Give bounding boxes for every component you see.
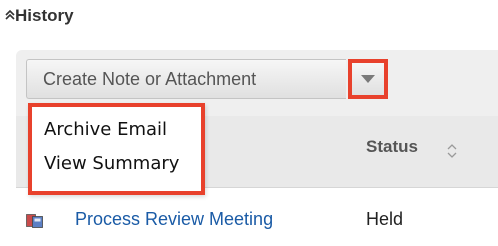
menu-item-archive-email[interactable]: Archive Email [44,119,167,140]
history-panel-header[interactable]: History [0,0,498,34]
create-note-label: Create Note or Attachment [43,68,257,89]
meeting-status: Held [366,209,404,229]
actions-dropdown-button[interactable] [348,59,388,99]
caret-down-icon [361,75,375,83]
sort-arrows-icon[interactable] [446,142,458,160]
create-note-button[interactable]: Create Note or Attachment [26,59,346,99]
history-toolbar: Create Note or Attachment [26,59,388,101]
column-header-status[interactable]: Status [366,137,418,157]
panel-title: History [15,6,74,25]
meeting-icon [26,213,46,229]
actions-dropdown-menu: Archive Email View Summary [28,103,205,195]
menu-item-view-summary[interactable]: View Summary [44,153,179,174]
meeting-subject-link[interactable]: Process Review Meeting [75,209,273,230]
